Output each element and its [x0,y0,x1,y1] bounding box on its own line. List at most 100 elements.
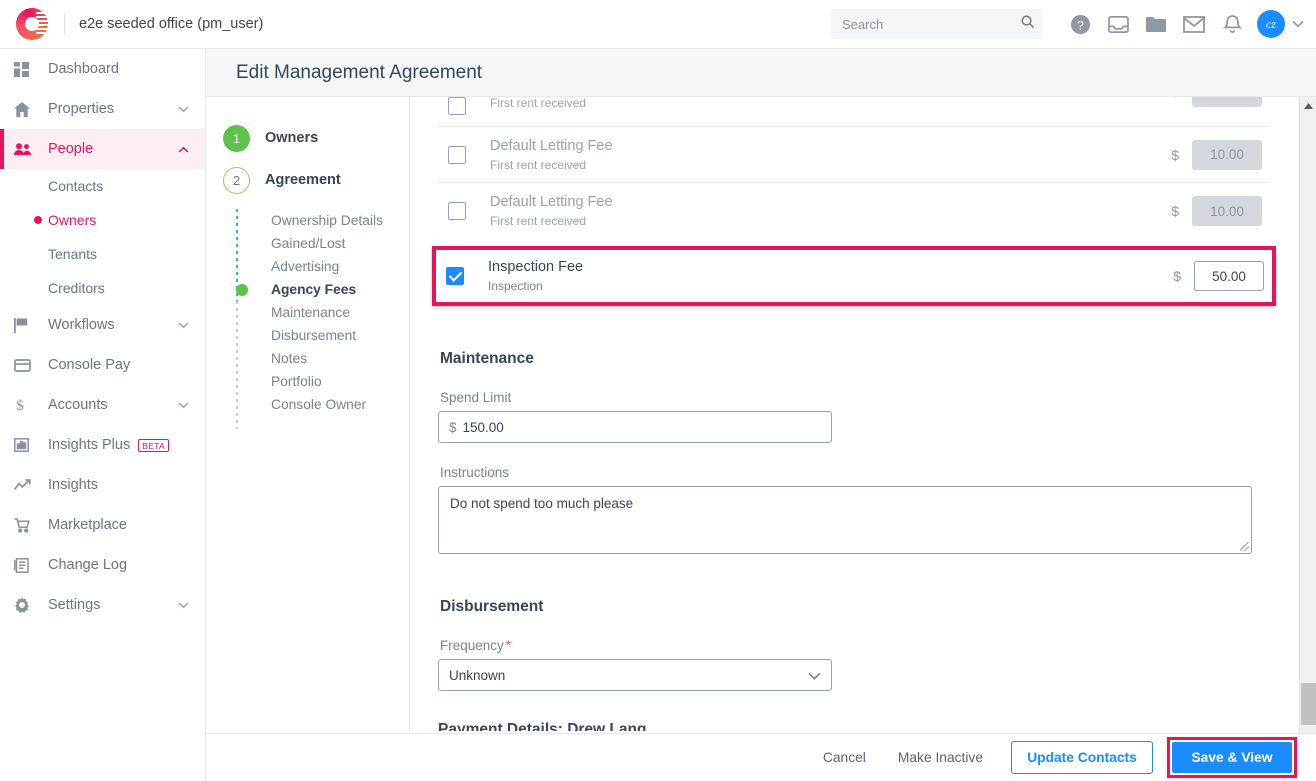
search-icon[interactable] [1020,14,1035,34]
modal-header: Edit Management Agreement [206,49,1316,97]
chevron-down-icon [178,597,189,613]
sidebar-item-label: Properties [48,101,115,117]
help-icon[interactable]: ? [1061,4,1099,44]
sub-step-label: Advertising [271,259,340,274]
sidebar: Dashboard Properties People Contacts Own… [0,49,206,781]
sidebar-item-people[interactable]: People [0,129,205,169]
save-and-view-button[interactable]: Save & View [1172,742,1292,773]
fee-checkbox[interactable] [448,202,466,220]
svg-text:$: $ [16,398,24,413]
fee-row[interactable]: First rent received $ 10.00 [438,97,1270,127]
sidebar-item-insights[interactable]: Insights [0,465,205,505]
fee-amount-input[interactable]: 10.00 [1192,97,1262,107]
sidebar-item-label: Change Log [48,557,128,573]
bell-icon[interactable] [1213,4,1251,44]
make-inactive-button[interactable]: Make Inactive [882,750,999,765]
dollar-icon: $ [14,397,48,413]
app-logo[interactable] [0,8,64,40]
sub-step-disbursement[interactable]: Disbursement [223,324,409,347]
application-window: e2e seeded office (pm_user) ? [0,0,1316,781]
step-agreement[interactable]: 2 Agreement [206,159,409,201]
sub-step-notes[interactable]: Notes [223,347,409,370]
chevron-down-icon [178,397,189,413]
current-step-marker-icon [236,283,248,296]
fee-checkbox[interactable] [448,97,466,115]
sidebar-item-label: Workflows [48,317,115,333]
sub-step-ownership-details[interactable]: Ownership Details [223,209,409,232]
sidebar-item-contacts[interactable]: Contacts [0,169,205,203]
sidebar-item-label: Accounts [48,397,108,413]
sub-step-gained-lost[interactable]: Gained/Lost [223,232,409,255]
vertical-scrollbar[interactable] [1299,97,1316,781]
sidebar-item-insights-plus[interactable]: Insights Plus BETA [0,425,205,465]
avatar[interactable]: cz [1257,10,1285,38]
sidebar-item-creditors[interactable]: Creditors [0,271,205,305]
agency-fees-panel: First rent received $ 10.00 Default Lett… [410,97,1316,781]
top-bar-actions: ? cz [831,4,1316,44]
sidebar-item-marketplace[interactable]: Marketplace [0,505,205,545]
trend-icon [14,479,48,491]
fee-amount-input[interactable]: 10.00 [1192,196,1262,226]
search-input[interactable] [840,15,1020,33]
frequency-select[interactable]: Unknown [438,659,832,691]
inbox-icon[interactable] [1099,4,1137,44]
beta-badge: BETA [138,438,169,452]
search-box[interactable] [831,9,1043,39]
chevron-down-icon [808,668,821,683]
cancel-button[interactable]: Cancel [807,750,882,765]
spend-limit-input[interactable]: $ 150.00 [438,411,832,443]
mail-icon[interactable] [1175,4,1213,44]
currency-symbol: $ [1171,97,1179,99]
sidebar-item-settings[interactable]: Settings [0,585,205,625]
sidebar-item-change-log[interactable]: Change Log [0,545,205,585]
chevron-up-icon [178,141,189,157]
cart-icon [14,517,48,533]
sub-step-agency-fees[interactable]: Agency Fees [223,278,409,301]
sub-step-label: Console Owner [271,397,367,412]
log-icon [14,557,48,573]
sub-step-label: Portfolio [271,374,322,389]
edit-management-agreement-modal: Edit Management Agreement 1 Owners 2 Agr… [206,49,1316,781]
instructions-value: Do not spend too much please [450,496,634,511]
fee-amount-input[interactable]: 10.00 [1192,139,1262,170]
sub-step-maintenance[interactable]: Maintenance [223,301,409,324]
sub-step-console-owner[interactable]: Console Owner [223,393,409,416]
sidebar-item-workflows[interactable]: Workflows [0,305,205,345]
sub-step-label: Disbursement [271,328,357,343]
sidebar-subitem-label: Tenants [48,246,98,262]
sidebar-item-properties[interactable]: Properties [0,89,205,129]
wizard-stepper: 1 Owners 2 Agreement Ownership Details G… [206,97,410,781]
scrollbar-thumb[interactable] [1301,683,1316,725]
people-icon [14,142,48,156]
sidebar-item-owners[interactable]: Owners [0,203,205,237]
step-label: Agreement [265,172,341,188]
sidebar-item-label: Insights [48,477,98,493]
update-contacts-button[interactable]: Update Contacts [1011,741,1153,774]
highlighted-fee-row-container: Inspection Fee Inspection $ 50.00 [432,246,1276,306]
sidebar-item-accounts[interactable]: $ Accounts [0,385,205,425]
sidebar-subitem-label: Creditors [48,280,105,296]
fee-checkbox[interactable] [448,145,466,164]
fee-subtitle: First rent received [490,214,587,228]
currency-symbol: $ [1173,268,1181,284]
fee-row[interactable]: Default Letting Fee First rent received … [438,127,1270,183]
sidebar-item-tenants[interactable]: Tenants [0,237,205,271]
sidebar-item-dashboard[interactable]: Dashboard [0,49,205,89]
scroll-up-arrow-icon[interactable] [1300,97,1316,114]
sub-step-portfolio[interactable]: Portfolio [223,370,409,393]
sidebar-item-label: Marketplace [48,517,127,533]
sub-step-advertising[interactable]: Advertising [223,255,409,278]
fee-checkbox[interactable] [446,267,464,285]
fee-amount-input[interactable]: 50.00 [1194,261,1264,291]
folder-icon[interactable] [1137,4,1175,44]
dashboard-icon [14,61,48,77]
step-owners[interactable]: 1 Owners [206,117,409,159]
fee-row-inspection-fee[interactable]: Inspection Fee Inspection $ 50.00 [436,250,1272,302]
instructions-textarea[interactable]: Do not spend too much please [438,486,1252,554]
sidebar-item-console-pay[interactable]: Console Pay [0,345,205,385]
chevron-down-icon[interactable] [1292,15,1304,33]
resize-handle-icon[interactable] [1240,542,1249,551]
sub-step-label: Notes [271,351,308,366]
frequency-label: Frequency * [440,638,1270,653]
fee-row[interactable]: Default Letting Fee First rent received … [438,183,1270,239]
